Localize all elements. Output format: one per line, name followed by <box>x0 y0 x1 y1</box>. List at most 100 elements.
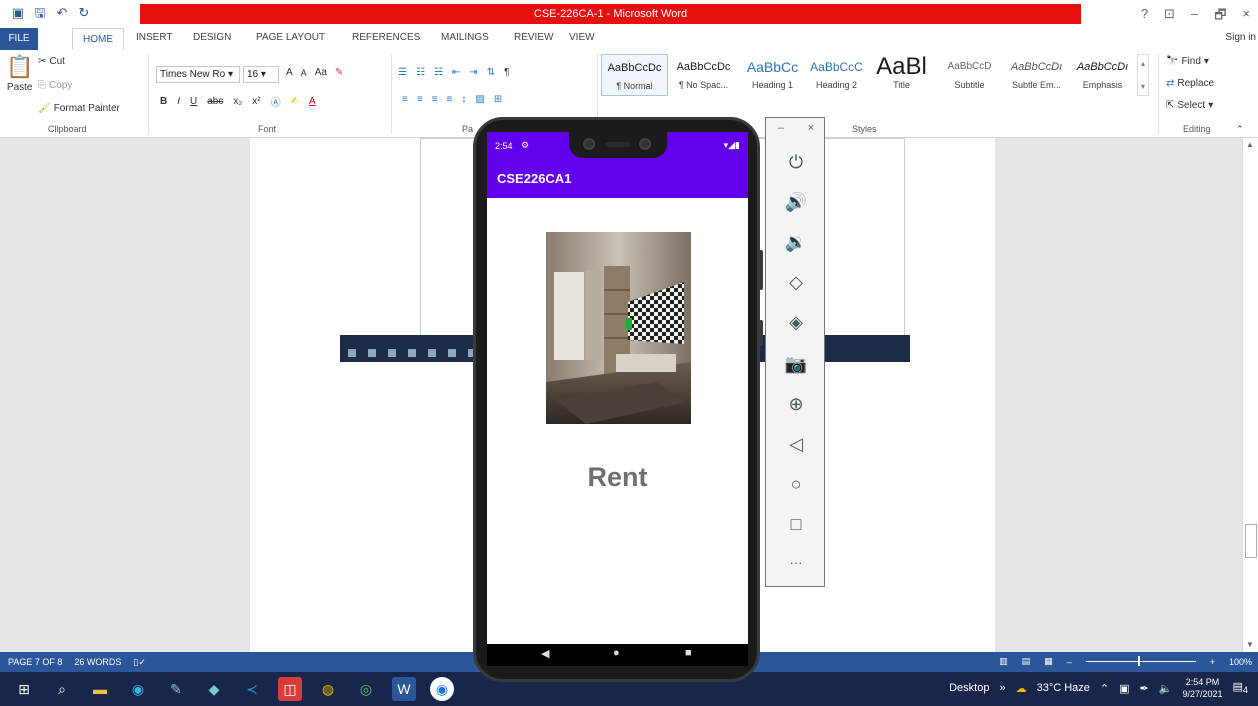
file-explorer-icon[interactable]: ▬ <box>88 677 112 701</box>
tab-file[interactable]: FILE <box>0 28 38 50</box>
bullets-icon[interactable]: ☰ <box>398 67 407 78</box>
power-icon[interactable]: ⏻ <box>778 148 814 176</box>
shrink-font-button[interactable]: A <box>301 68 307 78</box>
strikethrough-button[interactable]: abc <box>207 96 223 107</box>
restore-button[interactable]: 🗗 <box>1214 6 1226 28</box>
search-icon[interactable]: ⌕ <box>50 677 74 701</box>
sign-in-link[interactable]: Sign in <box>1225 32 1256 43</box>
toolbar-expand-icon[interactable]: » <box>999 682 1005 694</box>
clear-formatting-icon[interactable]: ✎ <box>335 67 343 78</box>
page-count[interactable]: PAGE 7 OF 8 <box>8 657 62 668</box>
help-button[interactable]: ? <box>1141 6 1148 28</box>
weather-text[interactable]: 33°C Haze <box>1037 682 1090 694</box>
tab-view[interactable]: VIEW <box>569 32 595 43</box>
justify-icon[interactable]: ≡ <box>447 94 453 105</box>
style-subtitle[interactable]: AaBbCcD Subtitle <box>936 54 1003 96</box>
underline-button[interactable]: U <box>190 96 197 107</box>
tab-design[interactable]: DESIGN <box>193 32 231 43</box>
tab-mailings[interactable]: MAILINGS <box>441 32 489 43</box>
windows-start-icon[interactable]: ⊞ <box>12 677 36 701</box>
word-count[interactable]: 26 WORDS <box>74 657 121 668</box>
increase-indent-icon[interactable]: ⇥ <box>469 67 477 78</box>
more-options-button[interactable]: ··· <box>778 548 814 576</box>
save-icon[interactable]: 🖫 <box>32 5 48 21</box>
emulator-close-button[interactable]: × <box>808 122 814 134</box>
zoom-level[interactable]: 100% <box>1229 657 1252 667</box>
back-icon[interactable]: ◁ <box>778 430 814 458</box>
shading-icon[interactable]: ▨ <box>475 94 484 105</box>
subscript-button[interactable]: x₂ <box>233 96 242 107</box>
system-clock[interactable]: 2:54 PM 9/27/2021 <box>1182 676 1222 700</box>
tab-insert[interactable]: INSERT <box>136 32 173 43</box>
align-center-icon[interactable]: ≡ <box>417 94 423 105</box>
select-button[interactable]: ⇱ Select ▾ <box>1166 100 1213 111</box>
minimize-button[interactable]: – <box>1191 6 1198 28</box>
recents-nav-icon[interactable]: ■ <box>685 647 692 659</box>
format-painter-button[interactable]: 🖌 Format Painter <box>38 103 120 114</box>
styles-gallery-scroll[interactable]: ▴ ▾ <box>1137 54 1149 96</box>
edge-browser-icon[interactable]: ◉ <box>126 677 150 701</box>
bold-button[interactable]: B <box>160 96 167 107</box>
emulator-minimize-button[interactable]: – <box>778 122 784 134</box>
paint-3d-icon[interactable]: ◆ <box>202 677 226 701</box>
camera-screenshot-icon[interactable]: 📷 <box>778 350 814 378</box>
highlight-color-icon[interactable]: ✍ <box>291 96 299 107</box>
style-heading-1[interactable]: AaBbCc Heading 1 <box>739 54 806 96</box>
speaker-icon[interactable]: 🔈 <box>1159 682 1173 695</box>
sort-icon[interactable]: ⇅ <box>487 67 495 78</box>
undo-icon[interactable]: ↶ <box>54 5 70 21</box>
emulator-taskbar-icon[interactable]: ◉ <box>430 677 454 701</box>
paint-icon[interactable]: ✎ <box>164 677 188 701</box>
copy-button[interactable]: ⎘ Copy <box>38 80 72 91</box>
font-family-select[interactable]: Times New Ro ▾ <box>156 66 240 83</box>
room-image[interactable] <box>546 232 691 424</box>
tab-page-layout[interactable]: PAGE LAYOUT <box>256 32 325 43</box>
superscript-button[interactable]: x² <box>252 96 260 107</box>
close-button[interactable]: × <box>1242 6 1250 28</box>
phone-screen[interactable]: 2:54 ⚙ ▾◢▮ CSE226CA1 Rent <box>487 132 748 644</box>
replace-button[interactable]: ⇄ Replace <box>1166 78 1214 89</box>
multilevel-list-icon[interactable]: ☵ <box>434 67 443 78</box>
pilcrow-icon[interactable]: ¶ <box>504 67 509 78</box>
line-spacing-icon[interactable]: ↕ <box>461 94 466 105</box>
word-taskbar-icon[interactable]: W <box>392 677 416 701</box>
font-color-icon[interactable]: A <box>309 96 316 107</box>
overview-icon[interactable]: □ <box>778 510 814 538</box>
scrollbar-thumb[interactable] <box>1245 524 1257 558</box>
decrease-indent-icon[interactable]: ⇤ <box>452 67 460 78</box>
print-layout-icon[interactable]: ▤ <box>1022 656 1031 667</box>
tray-chevron-up-icon[interactable]: ⌃ <box>1100 682 1109 695</box>
align-right-icon[interactable]: ≡ <box>432 94 438 105</box>
style-emphasis[interactable]: AaBbCcDı Emphasis <box>1069 54 1136 96</box>
rotate-right-icon[interactable]: ◈ <box>778 308 814 336</box>
desktop-toolbar[interactable]: Desktop <box>949 682 989 694</box>
notifications-icon[interactable]: ▤4 <box>1233 680 1249 695</box>
style-no-spacing[interactable]: AaBbCcDc ¶ No Spac... <box>670 54 737 96</box>
tab-references[interactable]: REFERENCES <box>352 32 420 43</box>
chrome-icon[interactable]: ◍ <box>316 677 340 701</box>
find-button[interactable]: 🔭 Find ▾ <box>1166 56 1209 67</box>
italic-button[interactable]: I <box>177 96 180 107</box>
volume-down-icon[interactable]: 🔉 <box>778 228 814 256</box>
weather-icon[interactable]: ☁ <box>1016 682 1027 695</box>
borders-icon[interactable]: ⊞ <box>494 94 502 105</box>
style-subtle-emphasis[interactable]: AaBbCcDı Subtle Em... <box>1003 54 1070 96</box>
style-heading-2[interactable]: AaBbCcC Heading 2 <box>803 54 870 96</box>
grow-font-button[interactable]: A <box>286 67 293 78</box>
read-mode-icon[interactable]: ▥ <box>999 656 1008 667</box>
zoom-in-icon[interactable]: + <box>1210 657 1215 667</box>
align-left-icon[interactable]: ≡ <box>402 94 408 105</box>
volume-up-icon[interactable]: 🔊 <box>778 188 814 216</box>
home-icon[interactable]: ○ <box>778 470 814 498</box>
style-title[interactable]: AaBl Title <box>868 54 935 96</box>
collapse-ribbon-icon[interactable]: ⌃ <box>1236 124 1244 135</box>
tab-home[interactable]: HOME <box>72 28 124 50</box>
text-effects-icon[interactable]: Ⓐ <box>271 94 281 109</box>
zoom-out-icon[interactable]: – <box>1067 657 1072 667</box>
android-studio-icon[interactable]: ◎ <box>354 677 378 701</box>
numbering-icon[interactable]: ☷ <box>416 67 425 78</box>
proofing-icon[interactable]: ▯✓ <box>133 657 146 668</box>
back-nav-icon[interactable]: ◀ <box>541 647 549 660</box>
ribbon-display-options-button[interactable]: ⊡ <box>1164 6 1175 28</box>
paste-button[interactable]: 📋 Paste <box>6 54 33 93</box>
